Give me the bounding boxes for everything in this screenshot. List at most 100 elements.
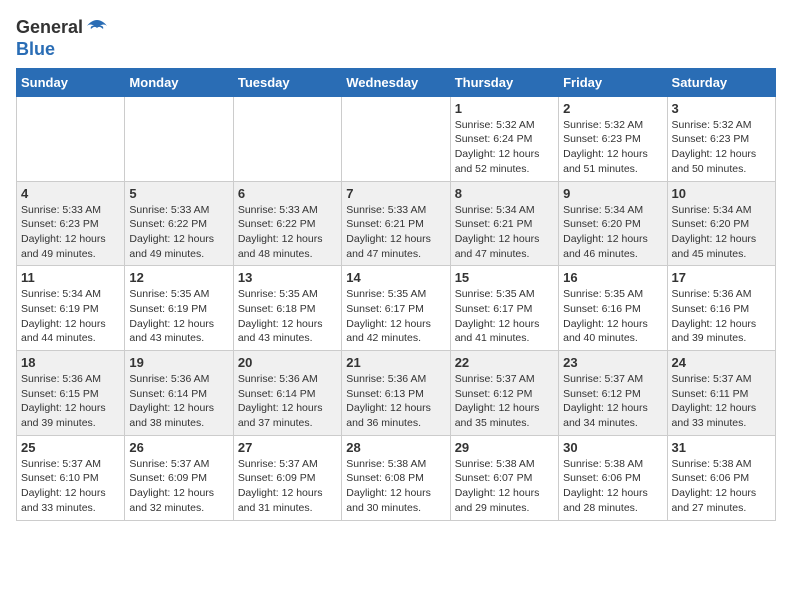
day-info: Sunrise: 5:35 AM Sunset: 6:16 PM Dayligh… xyxy=(563,287,662,346)
week-row-5: 25 Sunrise: 5:37 AM Sunset: 6:10 PM Dayli… xyxy=(17,435,776,520)
day-number: 9 xyxy=(563,186,662,201)
day-cell xyxy=(233,96,341,181)
day-info: Sunrise: 5:33 AM Sunset: 6:22 PM Dayligh… xyxy=(129,203,228,262)
day-cell: 14Sunrise: 5:35 AM Sunset: 6:17 PM Dayli… xyxy=(342,266,450,351)
header-cell-thursday: Thursday xyxy=(450,68,558,96)
day-info: Sunrise: 5:38 AM Sunset: 6:06 PM Dayligh… xyxy=(563,457,662,516)
day-cell: 24 Sunrise: 5:37 AM Sunset: 6:11 PM Dayli… xyxy=(667,351,775,436)
day-cell: 26 Sunrise: 5:37 AM Sunset: 6:09 PM Dayli… xyxy=(125,435,233,520)
day-number: 26 xyxy=(129,440,228,455)
day-number: 6 xyxy=(238,186,337,201)
header-cell-tuesday: Tuesday xyxy=(233,68,341,96)
day-number: 30 xyxy=(563,440,662,455)
day-info: Sunrise: 5:33 AM Sunset: 6:23 PM Dayligh… xyxy=(21,203,120,262)
day-cell: 20Sunrise: 5:36 AM Sunset: 6:14 PM Dayli… xyxy=(233,351,341,436)
day-cell: 6Sunrise: 5:33 AM Sunset: 6:22 PM Daylig… xyxy=(233,181,341,266)
day-number: 15 xyxy=(455,270,554,285)
day-info: Sunrise: 5:35 AM Sunset: 6:19 PM Dayligh… xyxy=(129,287,228,346)
day-info: Sunrise: 5:34 AM Sunset: 6:19 PM Dayligh… xyxy=(21,287,120,346)
week-row-1: 1Sunrise: 5:32 AM Sunset: 6:24 PM Daylig… xyxy=(17,96,776,181)
day-cell: 30 Sunrise: 5:38 AM Sunset: 6:06 PM Dayli… xyxy=(559,435,667,520)
day-cell: 2 Sunrise: 5:32 AM Sunset: 6:23 PM Daylig… xyxy=(559,96,667,181)
day-number: 4 xyxy=(21,186,120,201)
day-info: Sunrise: 5:32 AM Sunset: 6:24 PM Dayligh… xyxy=(455,118,554,177)
day-number: 2 xyxy=(563,101,662,116)
week-row-2: 4 Sunrise: 5:33 AM Sunset: 6:23 PM Daylig… xyxy=(17,181,776,266)
header-cell-monday: Monday xyxy=(125,68,233,96)
day-number: 17 xyxy=(672,270,771,285)
day-cell: 17Sunrise: 5:36 AM Sunset: 6:16 PM Dayli… xyxy=(667,266,775,351)
header-cell-friday: Friday xyxy=(559,68,667,96)
day-info: Sunrise: 5:35 AM Sunset: 6:17 PM Dayligh… xyxy=(455,287,554,346)
day-cell xyxy=(342,96,450,181)
day-info: Sunrise: 5:37 AM Sunset: 6:11 PM Dayligh… xyxy=(672,372,771,431)
day-info: Sunrise: 5:37 AM Sunset: 6:12 PM Dayligh… xyxy=(455,372,554,431)
day-cell: 27 Sunrise: 5:37 AM Sunset: 6:09 PM Dayli… xyxy=(233,435,341,520)
day-cell: 1Sunrise: 5:32 AM Sunset: 6:24 PM Daylig… xyxy=(450,96,558,181)
day-cell: 21 Sunrise: 5:36 AM Sunset: 6:13 PM Dayli… xyxy=(342,351,450,436)
day-info: Sunrise: 5:32 AM Sunset: 6:23 PM Dayligh… xyxy=(563,118,662,177)
day-cell xyxy=(17,96,125,181)
day-info: Sunrise: 5:37 AM Sunset: 6:12 PM Dayligh… xyxy=(563,372,662,431)
day-cell: 25 Sunrise: 5:37 AM Sunset: 6:10 PM Dayli… xyxy=(17,435,125,520)
day-number: 3 xyxy=(672,101,771,116)
day-cell: 3 Sunrise: 5:32 AM Sunset: 6:23 PM Daylig… xyxy=(667,96,775,181)
day-info: Sunrise: 5:32 AM Sunset: 6:23 PM Dayligh… xyxy=(672,118,771,177)
logo-text-blue: Blue xyxy=(16,40,55,60)
header-cell-wednesday: Wednesday xyxy=(342,68,450,96)
day-info: Sunrise: 5:37 AM Sunset: 6:10 PM Dayligh… xyxy=(21,457,120,516)
logo: General Blue xyxy=(16,16,109,60)
day-info: Sunrise: 5:36 AM Sunset: 6:13 PM Dayligh… xyxy=(346,372,445,431)
day-number: 25 xyxy=(21,440,120,455)
day-info: Sunrise: 5:36 AM Sunset: 6:15 PM Dayligh… xyxy=(21,372,120,431)
day-number: 11 xyxy=(21,270,120,285)
day-number: 22 xyxy=(455,355,554,370)
day-cell xyxy=(125,96,233,181)
day-cell: 18 Sunrise: 5:36 AM Sunset: 6:15 PM Dayli… xyxy=(17,351,125,436)
day-cell: 28 Sunrise: 5:38 AM Sunset: 6:08 PM Dayli… xyxy=(342,435,450,520)
day-number: 23 xyxy=(563,355,662,370)
day-number: 28 xyxy=(346,440,445,455)
day-number: 21 xyxy=(346,355,445,370)
day-number: 8 xyxy=(455,186,554,201)
day-number: 12 xyxy=(129,270,228,285)
header: General Blue xyxy=(16,16,776,60)
day-number: 5 xyxy=(129,186,228,201)
day-cell: 10 Sunrise: 5:34 AM Sunset: 6:20 PM Dayli… xyxy=(667,181,775,266)
day-info: Sunrise: 5:38 AM Sunset: 6:07 PM Dayligh… xyxy=(455,457,554,516)
day-info: Sunrise: 5:38 AM Sunset: 6:08 PM Dayligh… xyxy=(346,457,445,516)
week-row-4: 18 Sunrise: 5:36 AM Sunset: 6:15 PM Dayli… xyxy=(17,351,776,436)
day-number: 31 xyxy=(672,440,771,455)
day-info: Sunrise: 5:34 AM Sunset: 6:20 PM Dayligh… xyxy=(672,203,771,262)
day-info: Sunrise: 5:37 AM Sunset: 6:09 PM Dayligh… xyxy=(129,457,228,516)
day-number: 7 xyxy=(346,186,445,201)
day-number: 27 xyxy=(238,440,337,455)
day-cell: 7 Sunrise: 5:33 AM Sunset: 6:21 PM Daylig… xyxy=(342,181,450,266)
day-info: Sunrise: 5:33 AM Sunset: 6:21 PM Dayligh… xyxy=(346,203,445,262)
day-number: 13 xyxy=(238,270,337,285)
day-cell: 19 Sunrise: 5:36 AM Sunset: 6:14 PM Dayli… xyxy=(125,351,233,436)
day-cell: 4 Sunrise: 5:33 AM Sunset: 6:23 PM Daylig… xyxy=(17,181,125,266)
day-cell: 22 Sunrise: 5:37 AM Sunset: 6:12 PM Dayli… xyxy=(450,351,558,436)
day-number: 24 xyxy=(672,355,771,370)
day-number: 19 xyxy=(129,355,228,370)
day-info: Sunrise: 5:34 AM Sunset: 6:20 PM Dayligh… xyxy=(563,203,662,262)
day-info: Sunrise: 5:36 AM Sunset: 6:14 PM Dayligh… xyxy=(129,372,228,431)
logo-text-general: General xyxy=(16,18,83,38)
day-cell: 15 Sunrise: 5:35 AM Sunset: 6:17 PM Dayli… xyxy=(450,266,558,351)
day-cell: 23 Sunrise: 5:37 AM Sunset: 6:12 PM Dayli… xyxy=(559,351,667,436)
day-number: 10 xyxy=(672,186,771,201)
day-number: 18 xyxy=(21,355,120,370)
day-cell: 11 Sunrise: 5:34 AM Sunset: 6:19 PM Dayli… xyxy=(17,266,125,351)
day-cell: 5 Sunrise: 5:33 AM Sunset: 6:22 PM Daylig… xyxy=(125,181,233,266)
calendar-table: SundayMondayTuesdayWednesdayThursdayFrid… xyxy=(16,68,776,521)
day-info: Sunrise: 5:37 AM Sunset: 6:09 PM Dayligh… xyxy=(238,457,337,516)
day-cell: 29Sunrise: 5:38 AM Sunset: 6:07 PM Dayli… xyxy=(450,435,558,520)
day-cell: 31Sunrise: 5:38 AM Sunset: 6:06 PM Dayli… xyxy=(667,435,775,520)
day-number: 16 xyxy=(563,270,662,285)
day-info: Sunrise: 5:35 AM Sunset: 6:18 PM Dayligh… xyxy=(238,287,337,346)
logo-bird-icon xyxy=(85,16,109,40)
day-info: Sunrise: 5:34 AM Sunset: 6:21 PM Dayligh… xyxy=(455,203,554,262)
day-cell: 9 Sunrise: 5:34 AM Sunset: 6:20 PM Daylig… xyxy=(559,181,667,266)
day-cell: 16 Sunrise: 5:35 AM Sunset: 6:16 PM Dayli… xyxy=(559,266,667,351)
